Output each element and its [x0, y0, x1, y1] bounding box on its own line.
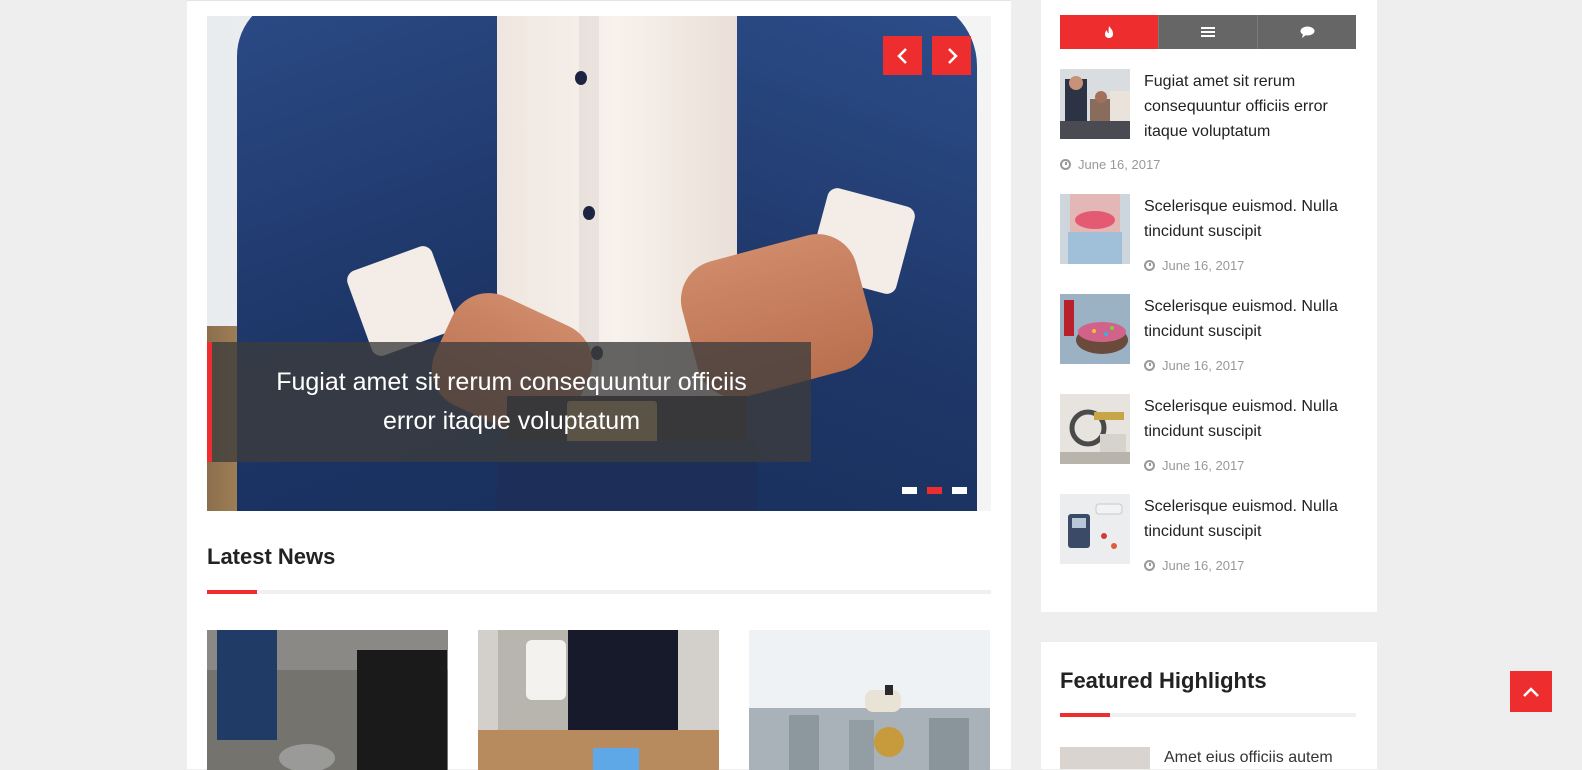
section-divider-accent [207, 590, 257, 594]
featured-item-title[interactable]: Amet eius officiis autem [1164, 749, 1333, 767]
post-title[interactable]: Scelerisque euismod. Nulla tincidunt sus… [1144, 294, 1356, 344]
post-title[interactable]: Scelerisque euismod. Nulla tincidunt sus… [1144, 494, 1356, 544]
section-divider-accent [1060, 713, 1110, 717]
section-divider [1060, 713, 1356, 717]
post-date: June 16, 2017 [1144, 358, 1244, 373]
sidebar-post[interactable]: Fugiat amet sit rerum consequuntur offic… [1060, 69, 1356, 179]
post-date-text: June 16, 2017 [1078, 157, 1161, 172]
slider-next-button[interactable] [932, 36, 971, 75]
post-thumbnail[interactable] [1060, 194, 1130, 264]
news-card-image[interactable] [478, 630, 719, 770]
tab-recent[interactable] [1159, 15, 1258, 49]
shirt-button [583, 206, 595, 220]
clock-icon [1144, 460, 1155, 471]
sidebar-post[interactable]: Scelerisque euismod. Nulla tincidunt sus… [1060, 394, 1356, 474]
shirt-button [575, 71, 587, 85]
tab-comments[interactable] [1258, 15, 1356, 49]
sidebar-tabs [1060, 15, 1356, 49]
main-column: Fugiat amet sit rerum consequuntur offic… [187, 0, 1011, 770]
list-icon [1201, 27, 1215, 37]
slider-dot[interactable] [902, 487, 917, 494]
featured-thumbnail[interactable] [1060, 747, 1150, 769]
post-date-text: June 16, 2017 [1162, 458, 1245, 473]
sidebar-post[interactable]: Scelerisque euismod. Nulla tincidunt sus… [1060, 294, 1356, 374]
post-title[interactable]: Fugiat amet sit rerum consequuntur offic… [1144, 69, 1356, 144]
news-image-street [207, 630, 448, 770]
chevron-up-icon [1523, 686, 1539, 697]
post-thumbnail[interactable] [1060, 394, 1130, 464]
slider-prev-button[interactable] [883, 36, 922, 75]
clock-icon [1144, 360, 1155, 371]
news-image-coffee [478, 630, 719, 770]
post-thumbnail[interactable] [1060, 494, 1130, 564]
post-date-text: June 16, 2017 [1162, 258, 1245, 273]
post-title[interactable]: Scelerisque euismod. Nulla tincidunt sus… [1144, 394, 1356, 444]
news-card-image[interactable] [207, 630, 448, 770]
post-date: June 16, 2017 [1144, 458, 1244, 473]
featured-highlights-heading: Featured Highlights [1060, 668, 1267, 693]
comment-icon [1300, 26, 1314, 38]
news-image-city [749, 630, 990, 770]
slider-dot-active[interactable] [927, 487, 942, 494]
slide-caption-text[interactable]: Fugiat amet sit rerum consequuntur offic… [252, 363, 771, 441]
sidebar-post[interactable]: Scelerisque euismod. Nulla tincidunt sus… [1060, 494, 1356, 574]
slide-caption[interactable]: Fugiat amet sit rerum consequuntur offic… [207, 342, 811, 462]
post-thumbnail[interactable] [1060, 294, 1130, 364]
clock-icon [1144, 260, 1155, 271]
clock-icon [1144, 560, 1155, 571]
slider-dot[interactable] [952, 487, 967, 494]
back-to-top-button[interactable] [1510, 671, 1552, 712]
post-date-text: June 16, 2017 [1162, 558, 1245, 573]
tab-popular[interactable] [1060, 15, 1159, 49]
post-date: June 16, 2017 [1060, 157, 1160, 172]
chevron-left-icon [896, 47, 907, 64]
post-date: June 16, 2017 [1144, 258, 1244, 273]
hero-slider[interactable]: Fugiat amet sit rerum consequuntur offic… [207, 16, 991, 511]
sidebar-widget: Fugiat amet sit rerum consequuntur offic… [1041, 0, 1377, 612]
slider-pagination [902, 487, 967, 494]
fire-icon [1105, 26, 1113, 38]
chevron-right-icon [947, 47, 958, 64]
section-divider [207, 590, 991, 594]
latest-news-heading: Latest News [207, 544, 336, 569]
sidebar-post[interactable]: Scelerisque euismod. Nulla tincidunt sus… [1060, 194, 1356, 274]
post-date: June 16, 2017 [1144, 558, 1244, 573]
post-title[interactable]: Scelerisque euismod. Nulla tincidunt sus… [1144, 194, 1356, 244]
news-card-image[interactable] [749, 630, 990, 770]
featured-widget: Featured Highlights Amet eius officiis a… [1041, 642, 1377, 769]
clock-icon [1060, 159, 1071, 170]
post-thumbnail[interactable] [1060, 69, 1130, 139]
post-date-text: June 16, 2017 [1162, 358, 1245, 373]
